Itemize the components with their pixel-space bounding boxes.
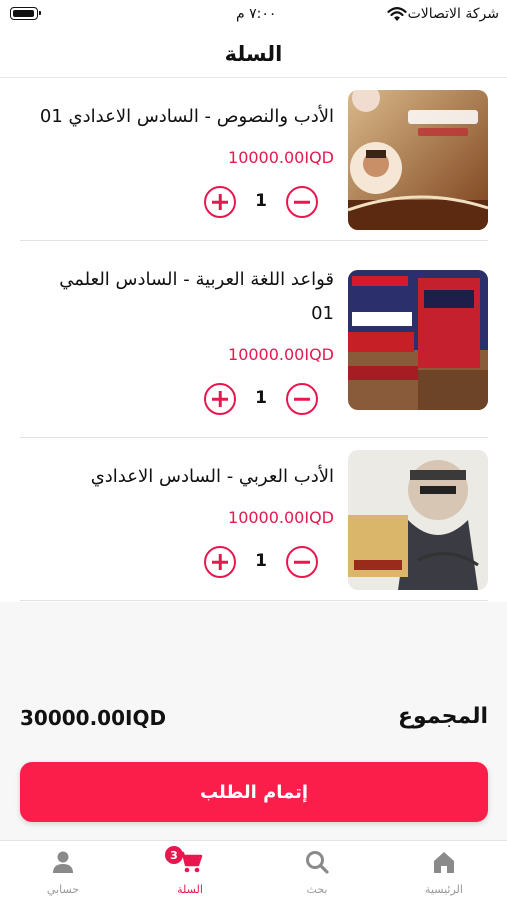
page-header: السلة (0, 30, 507, 78)
bottom-tab-bar: الرئيسية بحث 3 السلة حسابي (0, 840, 507, 900)
tab-label: بحث (306, 883, 328, 896)
quantity-value: 1 (255, 191, 267, 211)
item-price: 10000.00IQD (228, 345, 334, 364)
search-icon (306, 851, 329, 874)
wifi-icon (387, 7, 407, 21)
increase-quantity-button[interactable] (204, 383, 236, 415)
increase-quantity-button[interactable] (204, 186, 236, 218)
status-bar: ٧:٠٠ م شركة الاتصالات (0, 0, 507, 30)
tab-account[interactable]: حسابي (0, 841, 126, 900)
decrease-quantity-button[interactable] (286, 383, 318, 415)
cart-item: الأدب العربي - السادس الاعدادي 10000.00I… (20, 438, 488, 601)
quantity-value: 1 (255, 388, 267, 408)
quantity-stepper: 1 (204, 383, 334, 417)
book-cover-image[interactable] (348, 270, 488, 410)
total-value: 30000.00IQD (20, 706, 167, 730)
item-price: 10000.00IQD (228, 148, 334, 167)
home-icon (434, 852, 454, 873)
cart-count-badge: 3 (165, 846, 183, 864)
quantity-stepper: 1 (204, 546, 334, 580)
tab-label: السلة (177, 883, 203, 896)
decrease-quantity-button[interactable] (286, 186, 318, 218)
tab-label: الرئيسية (425, 883, 463, 896)
order-total: المجموع 30000.00IQD (20, 700, 488, 740)
item-title: الأدب العربي - السادس الاعدادي (90, 466, 334, 487)
quantity-value: 1 (255, 551, 267, 571)
item-title: الأدب والنصوص - السادس الاعدادي 01 (39, 106, 334, 127)
tab-home[interactable]: الرئيسية (381, 841, 507, 900)
book-cover-image[interactable] (348, 450, 488, 590)
tab-label: حسابي (46, 883, 80, 896)
battery-icon (10, 7, 41, 20)
book-cover-image[interactable] (348, 90, 488, 230)
total-label: المجموع (398, 704, 488, 729)
page-title: السلة (224, 41, 283, 66)
item-title: قواعد اللغة العربية - السادس العلمي 01 (59, 269, 334, 324)
decrease-quantity-button[interactable] (286, 546, 318, 578)
carrier-name: شركة الاتصالات (407, 6, 499, 22)
status-time: ٧:٠٠ م (236, 6, 277, 22)
cart-item: الأدب والنصوص - السادس الاعدادي 01 10000… (20, 78, 488, 241)
cart-item: قواعد اللغة العربية - السادس العلمي 01 1… (20, 241, 488, 438)
tab-cart[interactable]: 3 السلة (127, 841, 253, 900)
item-price: 10000.00IQD (228, 508, 334, 527)
user-icon (53, 851, 73, 873)
increase-quantity-button[interactable] (204, 546, 236, 578)
quantity-stepper: 1 (204, 186, 334, 220)
tab-search[interactable]: بحث (254, 841, 380, 900)
cart-list: الأدب والنصوص - السادس الاعدادي 01 10000… (0, 78, 507, 602)
checkout-button[interactable]: إتمام الطلب (20, 762, 488, 822)
